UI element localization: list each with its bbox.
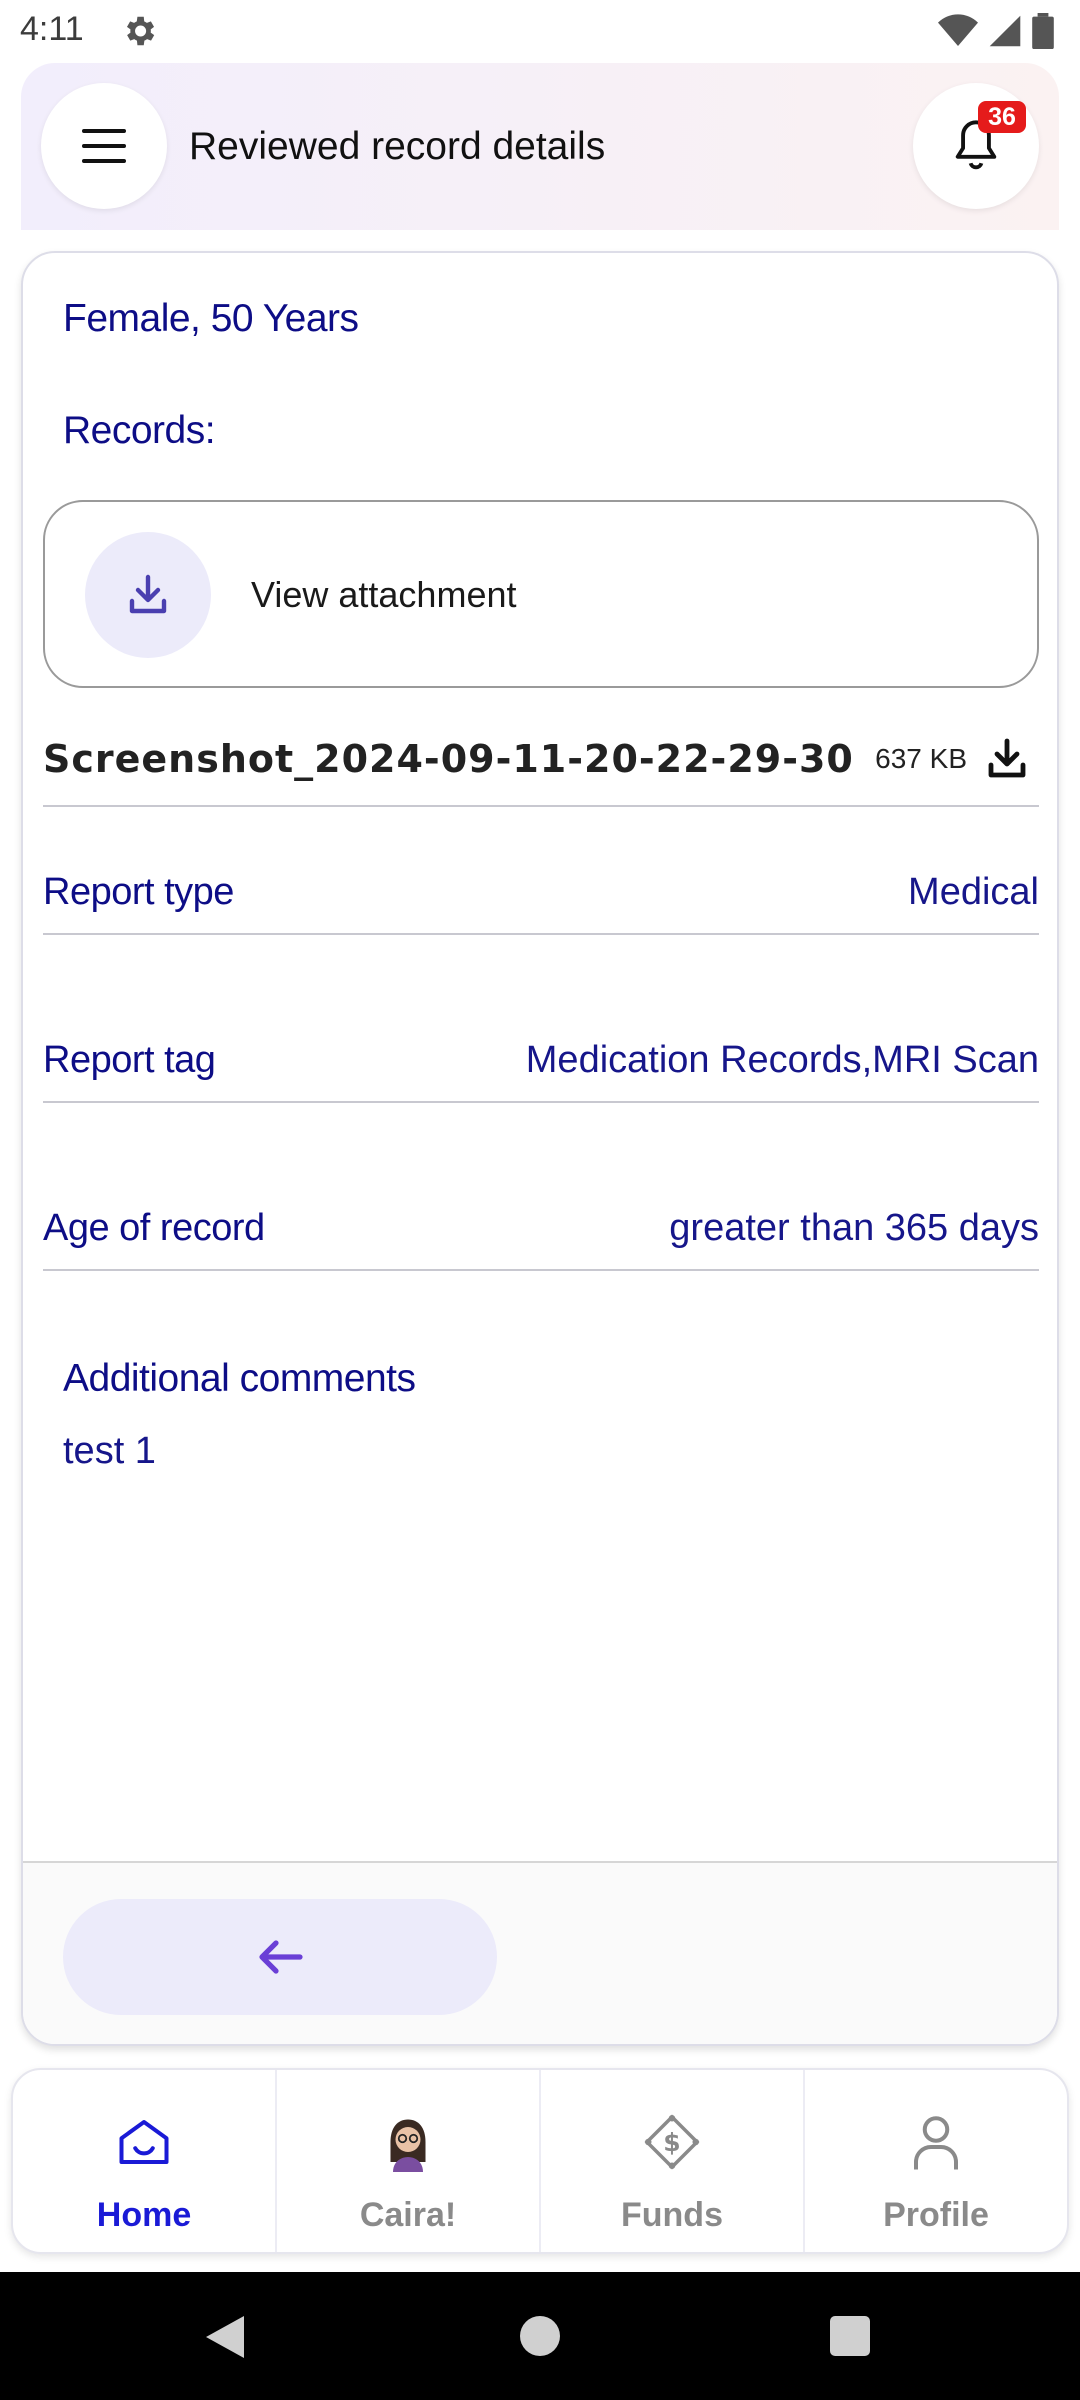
nav-home[interactable]: Home: [13, 2070, 277, 2252]
report-type-value: Medical: [908, 871, 1039, 913]
status-bar: 4:11: [0, 0, 1080, 62]
report-type-row: Report type Medical: [43, 865, 1039, 935]
age-of-record-value: greater than 365 days: [669, 1207, 1039, 1249]
system-home-icon[interactable]: [520, 2316, 560, 2356]
nav-funds[interactable]: $ Funds: [541, 2070, 805, 2252]
battery-icon: [1032, 13, 1054, 49]
app-header: Reviewed record details 36: [21, 63, 1059, 230]
file-name: Screenshot_2024-09-11-20-22-29-30: [43, 737, 854, 781]
menu-button[interactable]: [41, 83, 167, 209]
funds-icon: $: [644, 2114, 700, 2170]
system-back-icon[interactable]: [204, 2314, 246, 2360]
nav-home-label: Home: [96, 2196, 192, 2234]
settings-gear-icon: [126, 16, 155, 46]
hamburger-menu-icon: [82, 129, 126, 163]
age-of-record-label: Age of record: [43, 1207, 265, 1249]
patient-summary: Female, 50 Years: [63, 297, 359, 340]
report-tag-value: Medication Records,MRI Scan: [525, 1039, 1039, 1081]
bottom-nav: Home Caira! $ Funds Profile: [11, 2068, 1069, 2254]
nav-profile-label: Profile: [883, 2196, 989, 2234]
age-of-record-row: Age of record greater than 365 days: [43, 1201, 1039, 1271]
system-recents-icon[interactable]: [830, 2316, 870, 2356]
system-nav-bar: [0, 2272, 1080, 2400]
arrow-left-icon: [259, 1940, 303, 1974]
status-time: 4:11: [20, 10, 84, 48]
caira-avatar-icon: [390, 2119, 426, 2172]
view-attachment-button[interactable]: View attachment: [43, 500, 1039, 688]
status-indicators: [938, 12, 1054, 50]
download-icon: [129, 574, 167, 614]
svg-text:$: $: [663, 2128, 680, 2157]
nav-funds-label: Funds: [621, 2196, 723, 2234]
notifications-button[interactable]: 36: [913, 83, 1039, 209]
additional-comments-heading: Additional comments: [63, 1357, 416, 1400]
nav-caira-label: Caira!: [359, 2196, 457, 2234]
notification-badge: 36: [978, 101, 1026, 133]
card-footer: [23, 1861, 1057, 2044]
nav-profile[interactable]: Profile: [805, 2070, 1067, 2252]
view-attachment-label: View attachment: [251, 574, 517, 615]
attachment-download-badge: [85, 532, 211, 658]
attachment-file-row: Screenshot_2024-09-11-20-22-29-30 637 KB: [43, 713, 1039, 807]
file-download-icon[interactable]: [983, 735, 1031, 783]
page-title: Reviewed record details: [189, 125, 606, 168]
home-icon: [119, 2120, 169, 2164]
nav-caira[interactable]: Caira!: [277, 2070, 541, 2252]
record-details-card: Female, 50 Years Records: View attachmen…: [21, 251, 1059, 2046]
back-button[interactable]: [63, 1899, 497, 2015]
report-type-label: Report type: [43, 871, 234, 913]
records-heading: Records:: [63, 409, 216, 452]
report-tag-row: Report tag Medication Records,MRI Scan: [43, 1033, 1039, 1103]
wifi-icon: [938, 14, 978, 46]
profile-icon: [914, 2116, 958, 2170]
report-tag-label: Report tag: [43, 1039, 216, 1081]
file-size: 637 KB: [875, 743, 967, 774]
cell-signal-icon: [989, 15, 1021, 47]
additional-comments-text: test 1: [63, 1430, 156, 1472]
